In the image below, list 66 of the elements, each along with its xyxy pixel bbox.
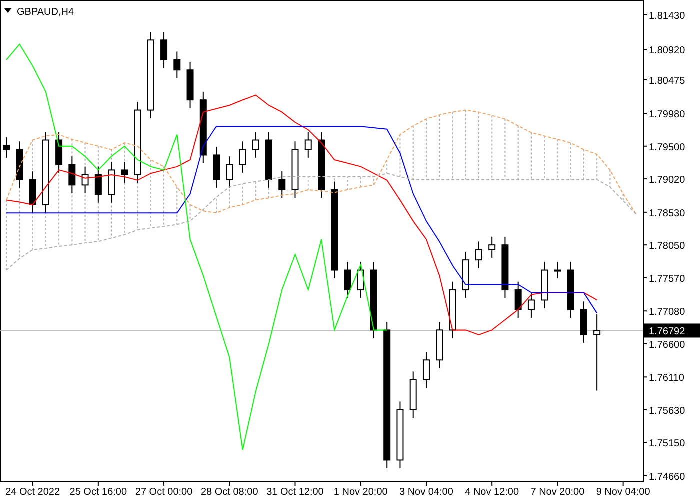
candlestick	[186, 61, 194, 109]
y-axis-tick-label: 1.79020	[649, 175, 686, 186]
x-axis-tick-label: 24 Oct 2022	[6, 487, 60, 498]
y-axis-tick-label: 1.78050	[649, 241, 686, 252]
x-axis-tick-label: 27 Oct 00:00	[135, 487, 193, 498]
y-axis-tick-label: 1.80475	[649, 76, 686, 87]
candlestick	[304, 132, 312, 158]
y-axis-tick-label: 1.76110	[649, 373, 684, 384]
candlestick	[239, 141, 246, 174]
candlestick	[514, 281, 522, 318]
x-axis-tick-label: 1 Nov 20:00	[334, 487, 388, 498]
candlestick	[16, 141, 24, 188]
candlestick	[56, 132, 63, 174]
candlestick	[318, 132, 325, 199]
candlestick	[68, 156, 76, 194]
y-axis-tick-label: 1.77080	[649, 307, 686, 318]
y-axis-tick-label: 1.78530	[649, 208, 686, 220]
candlestick	[528, 292, 535, 318]
dropdown-triangle-icon[interactable]	[4, 8, 12, 13]
candlestick	[475, 241, 482, 269]
candlestick	[226, 156, 234, 188]
candlestick	[121, 162, 128, 184]
candlestick	[292, 141, 299, 199]
y-axis-tick-label: 1.80920	[649, 46, 686, 57]
candlestick	[3, 137, 10, 158]
y-axis-tick-label: 1.77570	[649, 274, 686, 285]
candlestick	[462, 251, 470, 299]
candlestick	[410, 371, 417, 419]
candlestick	[174, 51, 181, 79]
x-axis-tick-label: 9 Nov 04:00	[596, 487, 650, 498]
candlestick	[449, 281, 456, 339]
x-axis-tick-label: 25 Oct 16:00	[70, 487, 128, 498]
y-axis-tick-label: 1.79980	[649, 110, 686, 121]
x-axis-tick-label: 7 Nov 20:00	[530, 487, 585, 498]
x-axis-tick-label: 28 Oct 08:00	[201, 487, 258, 498]
candlestick	[29, 171, 36, 214]
candlestick	[252, 132, 260, 158]
y-axis-tick-label: 1.74660	[649, 472, 686, 483]
x-axis-tick-label: 3 Nov 04:00	[400, 487, 454, 498]
x-axis-tick-label: 31 Oct 12:00	[266, 487, 324, 498]
y-axis-tick-label: 1.75150	[649, 438, 686, 450]
y-axis-tick-label: 1.79500	[649, 142, 686, 154]
candlestick	[488, 236, 496, 259]
candlestick	[82, 166, 89, 194]
x-axis-tick-label: 4 Nov 12:00	[465, 487, 520, 498]
candlestick	[554, 262, 562, 279]
candlestick	[266, 132, 272, 188]
candlestick	[278, 171, 286, 199]
candlestick	[541, 262, 548, 309]
y-axis-tick-label: 1.81430	[649, 10, 686, 22]
candlestick	[344, 262, 352, 299]
y-axis-tick-label: 1.76600	[649, 340, 686, 351]
candlestick	[160, 32, 168, 69]
candlestick	[213, 146, 220, 188]
candlestick	[502, 236, 509, 299]
candlestick	[436, 322, 444, 369]
candlestick	[94, 166, 102, 204]
candlestick	[422, 351, 430, 389]
current-price-label: 1.76792	[644, 324, 700, 338]
y-axis-tick-label: 1.75630	[649, 406, 686, 417]
symbol-title: GBPAUD,H4	[17, 7, 74, 18]
candlestick	[357, 262, 364, 299]
candlestick	[567, 262, 574, 318]
candlestick	[108, 162, 116, 204]
candlestick	[396, 401, 404, 469]
candlestick	[580, 301, 588, 344]
